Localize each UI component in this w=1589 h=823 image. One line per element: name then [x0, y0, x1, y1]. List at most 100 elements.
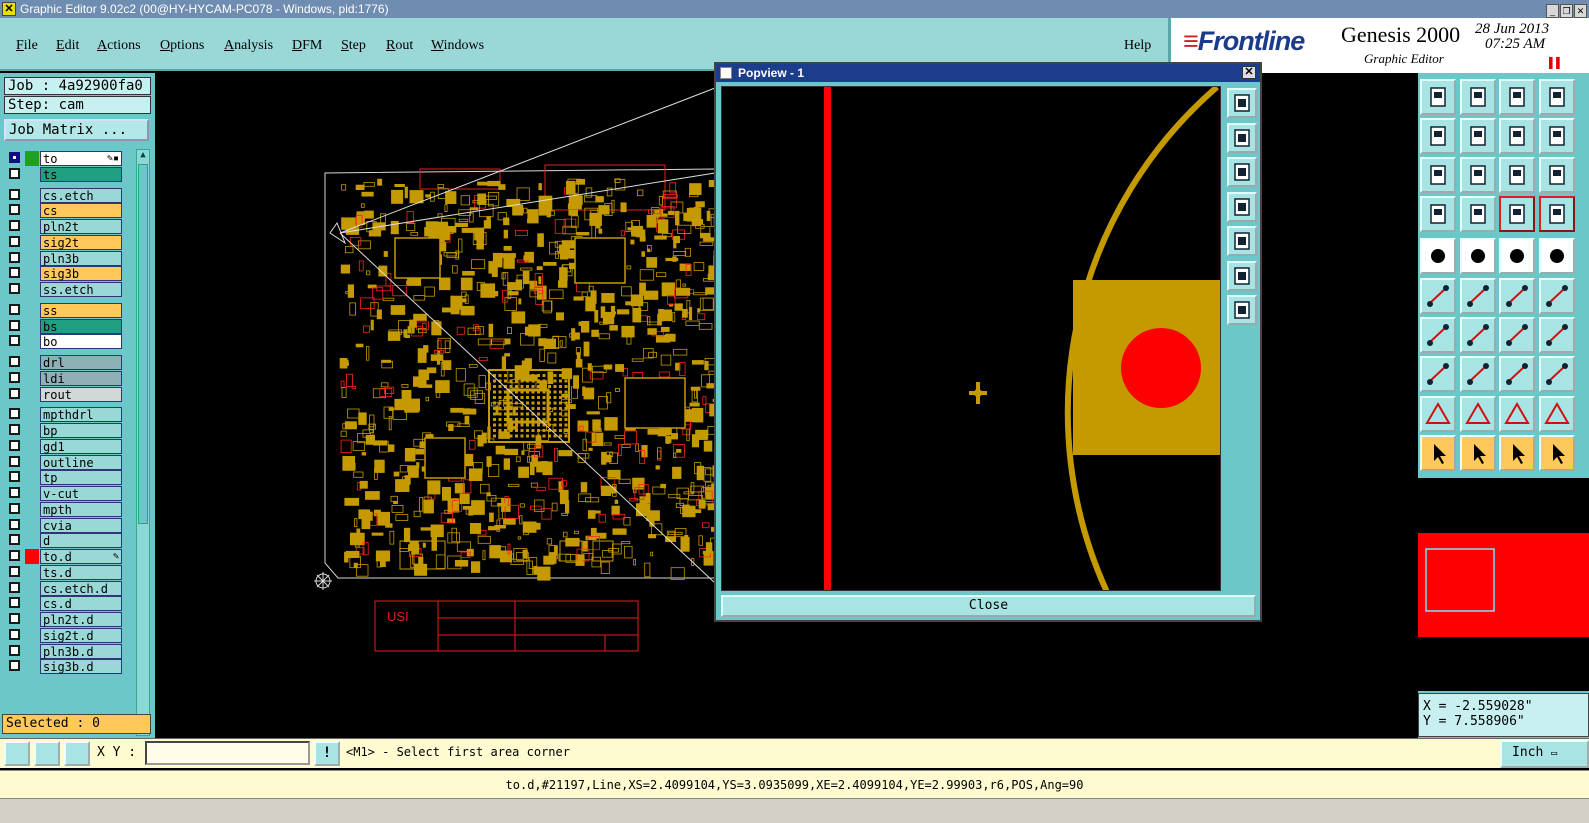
page-up-icon[interactable] — [1227, 122, 1257, 153]
layer-color-swatch[interactable] — [25, 549, 39, 564]
layer-name[interactable]: cs.d — [40, 596, 122, 612]
zoom-window-icon[interactable] — [1459, 79, 1496, 115]
layer-checkbox[interactable] — [9, 220, 20, 231]
layer-name[interactable]: pln3b — [40, 250, 122, 266]
select-next-icon[interactable] — [1459, 435, 1496, 471]
layer-name[interactable]: sig3b — [40, 266, 122, 282]
layer-control2-icon[interactable] — [1538, 196, 1575, 232]
layer-name[interactable]: sig3b.d — [40, 659, 122, 675]
layer-checkbox[interactable] — [9, 550, 20, 561]
home-icon[interactable] — [1420, 79, 1456, 115]
triangle-icon[interactable] — [1420, 396, 1456, 432]
layer-row-mpthdrl[interactable]: mpthdrl — [6, 407, 130, 423]
layer-name[interactable]: bp — [40, 423, 122, 438]
layer-color-swatch[interactable] — [25, 371, 39, 386]
xy-input[interactable] — [145, 741, 310, 765]
layer-name[interactable]: gd1 — [40, 438, 122, 454]
layer-color-swatch[interactable] — [25, 188, 39, 203]
layer-checkbox[interactable] — [9, 235, 20, 247]
angle-icon[interactable] — [1420, 317, 1456, 353]
layer-checkbox[interactable] — [9, 283, 20, 294]
layer-name[interactable]: ts — [40, 166, 122, 182]
layer-row-cs[interactable]: cs — [6, 203, 130, 219]
layer-row-cs.etch.d[interactable]: cs.etch.d — [6, 580, 130, 596]
job-matrix-button[interactable]: Job Matrix ... — [4, 119, 149, 141]
layer-color-swatch[interactable] — [25, 235, 39, 250]
zoom-home-icon[interactable] — [1227, 88, 1257, 118]
rotate-icon[interactable] — [1499, 317, 1535, 353]
menu-step[interactable]: Step — [341, 38, 366, 54]
layer-list-scrollbar[interactable]: ▲ ▼ — [136, 149, 150, 736]
layer-row-bs[interactable]: bs — [6, 318, 130, 334]
copy-icon[interactable] — [1538, 356, 1575, 392]
pad-icon[interactable] — [1420, 238, 1456, 274]
layer-name[interactable]: ss — [40, 302, 122, 318]
layer-row-bp[interactable]: bp — [6, 423, 130, 438]
layer-name[interactable]: sig2t — [40, 234, 122, 250]
layer-checkbox[interactable] — [9, 502, 20, 514]
menu-edit[interactable]: Edit — [56, 38, 79, 54]
layer-checkbox[interactable] — [9, 267, 20, 279]
layer-checkbox[interactable] — [9, 581, 20, 593]
layer-name[interactable]: mpthdrl — [40, 407, 122, 423]
layer-checkbox[interactable] — [9, 565, 20, 577]
layer-name[interactable]: ss.etch — [40, 282, 122, 297]
layer-color-swatch[interactable] — [25, 455, 39, 470]
pan-right-icon[interactable] — [1459, 118, 1496, 154]
layer-name[interactable]: bo — [40, 334, 122, 350]
overview-map[interactable] — [1418, 478, 1589, 691]
layer-name[interactable]: tp — [40, 470, 122, 486]
layer-row-pln2t.d[interactable]: pln2t.d — [6, 612, 130, 627]
layer-checkbox[interactable] — [9, 597, 20, 609]
layer-row-pln3b[interactable]: pln3b — [6, 250, 130, 266]
layer-color-swatch[interactable] — [25, 518, 39, 533]
layer-row-cs.etch[interactable]: cs.etch — [6, 187, 130, 203]
layer-color-swatch[interactable] — [25, 596, 39, 611]
layer-checkbox[interactable] — [9, 319, 20, 331]
layer-color-swatch[interactable] — [25, 533, 39, 548]
scroll-up-icon[interactable]: ▲ — [137, 150, 149, 162]
layer-color-swatch[interactable] — [25, 334, 39, 349]
layer-checkbox[interactable] — [9, 371, 20, 383]
layer-row-rout[interactable]: rout — [6, 386, 130, 402]
layer-checkbox[interactable] — [9, 424, 20, 435]
layer-checkbox[interactable] — [9, 613, 20, 624]
layer-row-v-cut[interactable]: v-cut — [6, 486, 130, 501]
layer-row-outline[interactable]: outline — [6, 454, 130, 470]
layer-row-to[interactable]: to ✎▪ — [6, 151, 130, 166]
layer-row-ss.etch[interactable]: ss.etch — [6, 282, 130, 297]
slash-icon[interactable] — [1459, 317, 1496, 353]
layer-color-swatch[interactable] — [25, 486, 39, 501]
layer-row-sig2t.d[interactable]: sig2t.d — [6, 627, 130, 643]
layer-color-swatch[interactable] — [25, 167, 39, 182]
layer-color-swatch[interactable] — [25, 628, 39, 643]
layer-row-to.d[interactable]: to.d ✎ — [6, 549, 130, 564]
fit-icon[interactable] — [1420, 157, 1456, 193]
layer-checkbox[interactable] — [9, 152, 20, 163]
layer-row-cvia[interactable]: cvia — [6, 517, 130, 533]
layer-name[interactable]: cvia — [40, 517, 122, 533]
zoom-in-icon[interactable] — [1227, 260, 1257, 291]
line-icon[interactable] — [1459, 238, 1496, 274]
zoom-out-icon[interactable] — [1227, 295, 1257, 325]
layer-row-d[interactable]: d — [6, 533, 130, 549]
menu-file[interactable]: File — [16, 38, 38, 54]
layer-row-bo[interactable]: bo — [6, 334, 130, 350]
layer-row-ts.d[interactable]: ts.d — [6, 564, 130, 580]
layer-checkbox[interactable] — [9, 204, 20, 216]
layer-checkbox[interactable] — [9, 356, 20, 367]
layer-color-swatch[interactable] — [25, 423, 39, 438]
restore-button[interactable]: ❐ — [1560, 4, 1573, 18]
layer-name[interactable]: to.d ✎ — [40, 549, 122, 564]
scroll-thumb[interactable] — [138, 164, 148, 524]
layer-name[interactable]: cs.etch.d — [40, 580, 122, 596]
pad-edit-icon[interactable] — [1420, 356, 1456, 392]
layer-color-swatch[interactable] — [25, 581, 39, 596]
zoom-back-icon[interactable] — [1499, 118, 1535, 154]
layer-checkbox[interactable] — [9, 387, 20, 399]
layer-name[interactable]: outline — [40, 454, 122, 470]
layer-color-swatch[interactable] — [25, 251, 39, 266]
popview-close-icon[interactable]: ✕ — [1242, 66, 1256, 79]
connect-icon[interactable] — [1420, 278, 1456, 314]
minimize-button[interactable]: _ — [1546, 4, 1559, 18]
